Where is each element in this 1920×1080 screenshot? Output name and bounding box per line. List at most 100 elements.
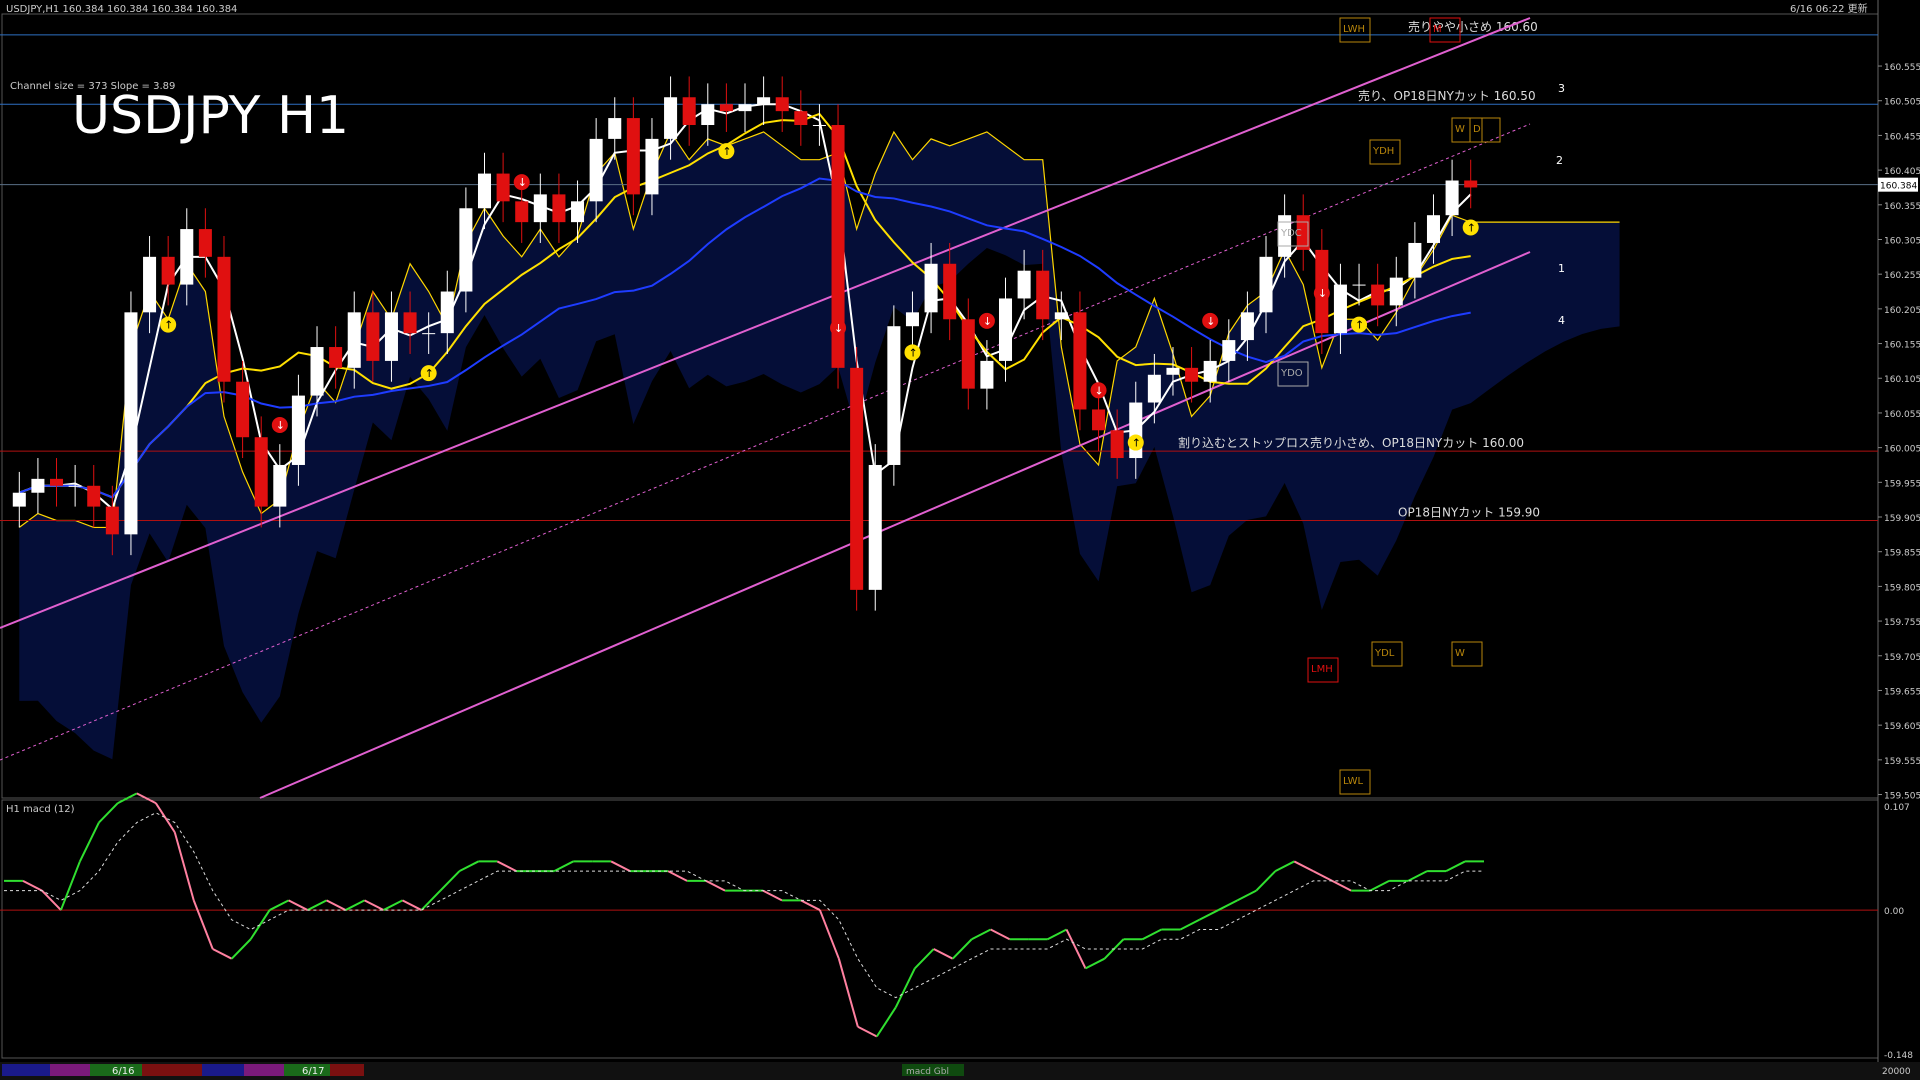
y-tick-label: 159.655	[1884, 687, 1920, 697]
macd-line-segment	[173, 831, 195, 901]
candle-body	[998, 298, 1013, 361]
date-label-1: 6/16	[112, 1066, 134, 1077]
candle-body	[887, 326, 901, 465]
sell-arrow-icon: ↓	[276, 419, 285, 432]
candle-body	[329, 347, 343, 368]
level-box-label: LWH	[1343, 24, 1365, 35]
macd-line-segment	[192, 899, 214, 950]
footer-right-value: 20000	[1882, 1067, 1911, 1077]
y-tick-label: 160.505	[1884, 98, 1920, 108]
candle-body	[1464, 180, 1478, 188]
macd-line-segment	[553, 860, 574, 873]
level-label: OP18日NYカット 159.90	[1398, 505, 1540, 519]
candle-body	[31, 478, 45, 493]
candle-body	[87, 485, 101, 507]
y-tick-label: 159.555	[1884, 757, 1920, 767]
candle-body	[682, 97, 696, 126]
level-box-label: YDL	[1374, 648, 1395, 659]
candle-body	[50, 478, 64, 486]
candle-body	[105, 506, 119, 535]
candle-body	[1166, 367, 1180, 375]
macd-line-segment	[1217, 899, 1238, 911]
y-tick-label: 160.005	[1884, 445, 1920, 455]
macd-line-segment	[1445, 860, 1466, 873]
candle-body	[626, 118, 640, 195]
macd-line-segment	[705, 879, 726, 892]
candle-body	[1333, 284, 1347, 334]
candle-body	[124, 312, 138, 535]
candle-body	[422, 333, 436, 335]
macd-line-segment	[800, 899, 821, 911]
macd-line-segment	[212, 948, 233, 960]
macd-signal-line	[4, 812, 1484, 999]
big-title: USDJPY H1	[72, 86, 349, 146]
sell-arrow-icon: ↓	[1095, 384, 1104, 397]
macd-line-segment	[307, 899, 328, 911]
candle-body	[850, 367, 864, 590]
y-tick-label: 159.705	[1884, 653, 1920, 663]
candle-body	[1259, 256, 1273, 313]
macd-line-segment	[971, 928, 992, 941]
macd-y-tick-label: 0.107	[1884, 803, 1910, 813]
y-tick-label: 159.855	[1884, 549, 1920, 559]
projection-label: 2	[1556, 154, 1563, 167]
candle-body	[961, 319, 975, 389]
macd-line-segment	[1179, 918, 1200, 931]
macd-y-tick-label: -0.148	[1884, 1051, 1913, 1061]
macd-line-segment	[78, 822, 100, 862]
macd-line-segment	[1312, 870, 1333, 882]
candle-body	[533, 194, 547, 223]
macd-line-segment	[762, 889, 783, 902]
macd-line-segment	[98, 802, 119, 824]
level-box-label: YDH	[1372, 146, 1394, 157]
macd-line-segment	[933, 948, 954, 960]
chart-canvas: 売りやや小さめ 160.60 売り、OP18日NYカット 160.50 割り込むとス…	[0, 0, 1920, 1080]
candle-body	[1389, 277, 1403, 306]
candle-body	[1054, 312, 1068, 320]
y-tick-label: 160.205	[1884, 306, 1920, 316]
macd-line-segment	[1198, 909, 1219, 921]
macd-line-segment	[610, 860, 631, 873]
candle-body	[1073, 312, 1087, 410]
macd-line-segment	[154, 802, 176, 833]
macd-line-segment	[1142, 928, 1162, 941]
macd-line-segment	[288, 899, 309, 911]
y-tick-label: 159.905	[1884, 514, 1920, 524]
macd-line-segment	[22, 879, 43, 892]
candle-body	[757, 97, 771, 105]
candle-body	[1445, 180, 1459, 216]
footer-bar: 6/16 6/17 macd Gbl 20000	[0, 1062, 1920, 1080]
candle-body	[440, 291, 454, 334]
candle-body	[496, 173, 510, 202]
macd-line-segment	[230, 938, 252, 960]
candle-body	[571, 201, 585, 223]
level-label: 売り、OP18日NYカット 160.50	[1358, 88, 1536, 103]
candle-body	[310, 347, 324, 396]
level-box-label: W	[1455, 648, 1465, 659]
candle-body	[664, 97, 678, 139]
sell-arrow-icon: ↓	[1206, 315, 1215, 328]
candle-body	[1222, 340, 1236, 361]
sell-arrow-icon: ↓	[1318, 287, 1327, 300]
current-price-label: 160.384	[1880, 182, 1917, 192]
candle-body	[1426, 215, 1440, 243]
candle-body	[794, 111, 808, 126]
macd-line-segment	[249, 909, 271, 940]
macd-line-segment	[345, 899, 365, 911]
level-box-label: M	[1433, 24, 1442, 35]
macd-line-segment	[59, 861, 81, 911]
macd-panel-border	[1, 799, 1879, 1059]
candle-body	[217, 256, 231, 382]
candle-body	[719, 104, 733, 112]
macd-line-segment	[894, 967, 916, 1008]
level-box-label: LMH	[1311, 664, 1333, 675]
macd-line-segment	[914, 948, 935, 970]
macd-line-segment	[496, 860, 517, 873]
y-tick-label: 160.255	[1884, 271, 1920, 281]
macd-line-segment	[667, 870, 688, 882]
macd-line-segment	[952, 938, 973, 960]
candle-body	[608, 118, 622, 139]
y-tick-label: 160.305	[1884, 236, 1920, 246]
candle-body	[12, 492, 26, 507]
candle-body	[589, 138, 603, 202]
